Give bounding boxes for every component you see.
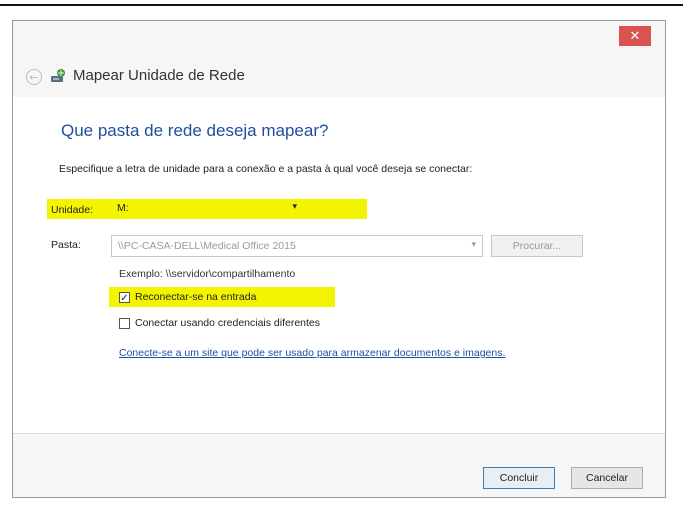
finish-button-label: Concluir xyxy=(499,472,539,484)
folder-combobox[interactable]: \\PC-CASA-DELL\Medical Office 2015 ▾ xyxy=(111,235,483,257)
cancel-button[interactable]: Cancelar xyxy=(571,467,643,489)
drive-label: Unidade: xyxy=(51,204,94,216)
credentials-label: Conectar usando credenciais diferentes xyxy=(135,317,321,329)
finish-button[interactable]: Concluir xyxy=(483,467,555,489)
storage-site-link[interactable]: Conecte-se a um site que pode ser usado … xyxy=(119,347,505,359)
footer-separator xyxy=(13,433,665,434)
example-text: Exemplo: \\servidor\compartilhamento xyxy=(119,268,296,280)
close-button[interactable]: ✕ xyxy=(619,26,651,46)
map-network-drive-dialog: ✕ ← Mapear Unidade de Rede Que pasta de … xyxy=(12,20,666,498)
dialog-title: Mapear Unidade de Rede xyxy=(73,67,245,84)
content-area: Que pasta de rede deseja mapear? Especif… xyxy=(13,97,665,433)
credentials-checkbox[interactable] xyxy=(119,317,130,329)
reconnect-option[interactable]: ✓ Reconectar-se na entrada xyxy=(119,291,257,304)
reconnect-label: Reconectar-se na entrada xyxy=(135,291,257,303)
browse-button-label: Procurar... xyxy=(512,240,562,252)
folder-label: Pasta: xyxy=(51,239,81,251)
back-arrow-icon: ← xyxy=(29,71,39,84)
credentials-option[interactable]: Conectar usando credenciais diferentes xyxy=(119,317,320,329)
chevron-down-icon: ▾ xyxy=(471,240,476,250)
network-drive-icon xyxy=(51,69,65,82)
page-heading: Que pasta de rede deseja mapear? xyxy=(61,121,329,140)
back-button[interactable]: ← xyxy=(26,69,42,85)
reconnect-checkbox[interactable]: ✓ xyxy=(119,291,130,304)
cancel-button-label: Cancelar xyxy=(585,472,629,484)
drive-select-value: M: xyxy=(117,202,129,214)
chevron-down-icon: ▾ xyxy=(292,202,297,212)
drive-select[interactable]: M: ▾ xyxy=(111,200,303,218)
title-bar: ← Mapear Unidade de Rede xyxy=(13,57,665,97)
browse-button[interactable]: Procurar... xyxy=(491,235,583,257)
top-rule xyxy=(0,4,683,6)
folder-value: \\PC-CASA-DELL\Medical Office 2015 xyxy=(118,240,296,252)
close-icon: ✕ xyxy=(629,28,641,44)
instruction-text: Especifique a letra de unidade para a co… xyxy=(59,163,473,175)
